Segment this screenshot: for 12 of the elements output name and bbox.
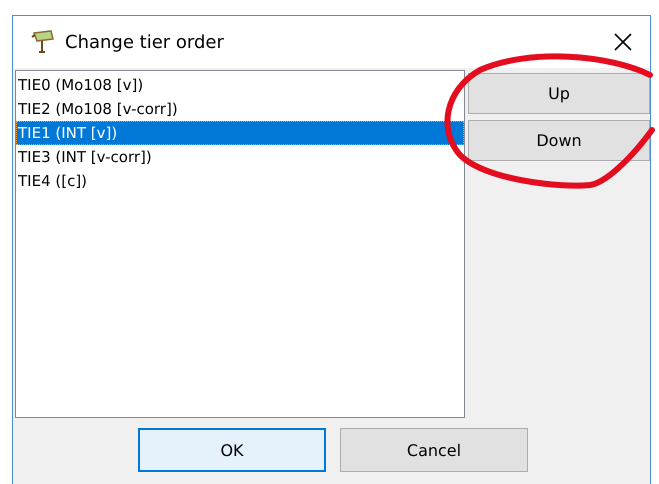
app-icon — [31, 29, 55, 55]
tier-item[interactable]: TIE4 ([c]) — [16, 169, 464, 193]
tier-item[interactable]: TIE3 (INT [v-corr]) — [16, 145, 464, 169]
close-icon — [614, 33, 632, 51]
tier-item[interactable]: TIE0 (Mo108 [v]) — [16, 73, 464, 97]
dialog-button[interactable]: Cancel — [340, 428, 528, 472]
move-button[interactable]: Up — [468, 73, 650, 114]
dialog-button[interactable]: OK — [138, 428, 326, 472]
move-button[interactable]: Down — [468, 120, 650, 161]
tier-item[interactable]: TIE1 (INT [v]) — [16, 121, 464, 145]
window-title: Change tier order — [65, 32, 225, 52]
tier-item[interactable]: TIE2 (Mo108 [v-corr]) — [16, 97, 464, 121]
